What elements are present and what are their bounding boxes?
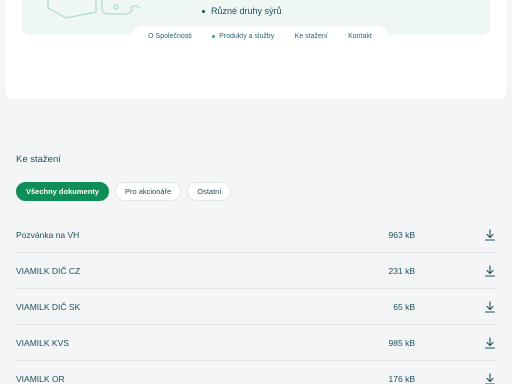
nav-tab-produkty-a-sluzby[interactable]: Produkty a služby: [212, 33, 274, 40]
download-icon[interactable]: [484, 228, 496, 241]
document-size: 65 kB: [393, 301, 415, 312]
filter-shareholders[interactable]: Pro akcionáře: [114, 182, 182, 201]
document-name: VIAMILK DIČ SK: [16, 301, 81, 312]
document-row[interactable]: VIAMILK KVS 985 kB: [16, 325, 498, 361]
document-name: Pozvánka na VH: [16, 229, 80, 240]
document-size: 985 kB: [388, 337, 415, 348]
download-icon[interactable]: [484, 264, 496, 277]
section-nav: O Společnosti Produkty a služby Ke staže…: [132, 26, 388, 46]
product-bullet: Různé druhy sýrů: [202, 6, 282, 16]
document-name: VIAMILK OR: [16, 373, 65, 384]
cheese-illustration: [47, 0, 141, 19]
document-size: 231 kB: [388, 265, 415, 276]
download-icon[interactable]: [484, 372, 496, 384]
section-title: Ke stažení: [16, 154, 61, 165]
document-size: 963 kB: [388, 229, 415, 240]
document-list: Pozvánka na VH 963 kB VIAMILK DIČ CZ 231…: [16, 217, 498, 384]
nav-tab-kontakt[interactable]: Kontakt: [348, 33, 372, 40]
document-row[interactable]: VIAMILK DIČ SK 65 kB: [16, 289, 498, 325]
nav-tab-o-spolecnosti[interactable]: O Společnosti: [148, 33, 192, 40]
filter-all-documents[interactable]: Všechny dokumenty: [16, 182, 109, 201]
document-name: VIAMILK KVS: [16, 337, 69, 348]
bullet-dot-icon: [202, 9, 205, 13]
product-bullet-text: Různé druhy sýrů: [211, 6, 282, 16]
document-row[interactable]: VIAMILK DIČ CZ 231 kB: [16, 253, 498, 289]
filter-other[interactable]: Ostatní: [187, 182, 232, 201]
nav-tab-ke-stazeni[interactable]: Ke stažení: [295, 33, 328, 40]
document-name: VIAMILK DIČ CZ: [16, 265, 81, 276]
download-icon[interactable]: [484, 300, 496, 313]
document-row[interactable]: Pozvánka na VH 963 kB: [16, 217, 498, 253]
filter-group: Všechny dokumenty Pro akcionáře Ostatní: [16, 182, 232, 201]
document-row[interactable]: VIAMILK OR 176 kB: [16, 361, 498, 384]
download-icon[interactable]: [484, 336, 496, 349]
active-dot-icon: [212, 34, 216, 38]
document-size: 176 kB: [388, 373, 415, 384]
